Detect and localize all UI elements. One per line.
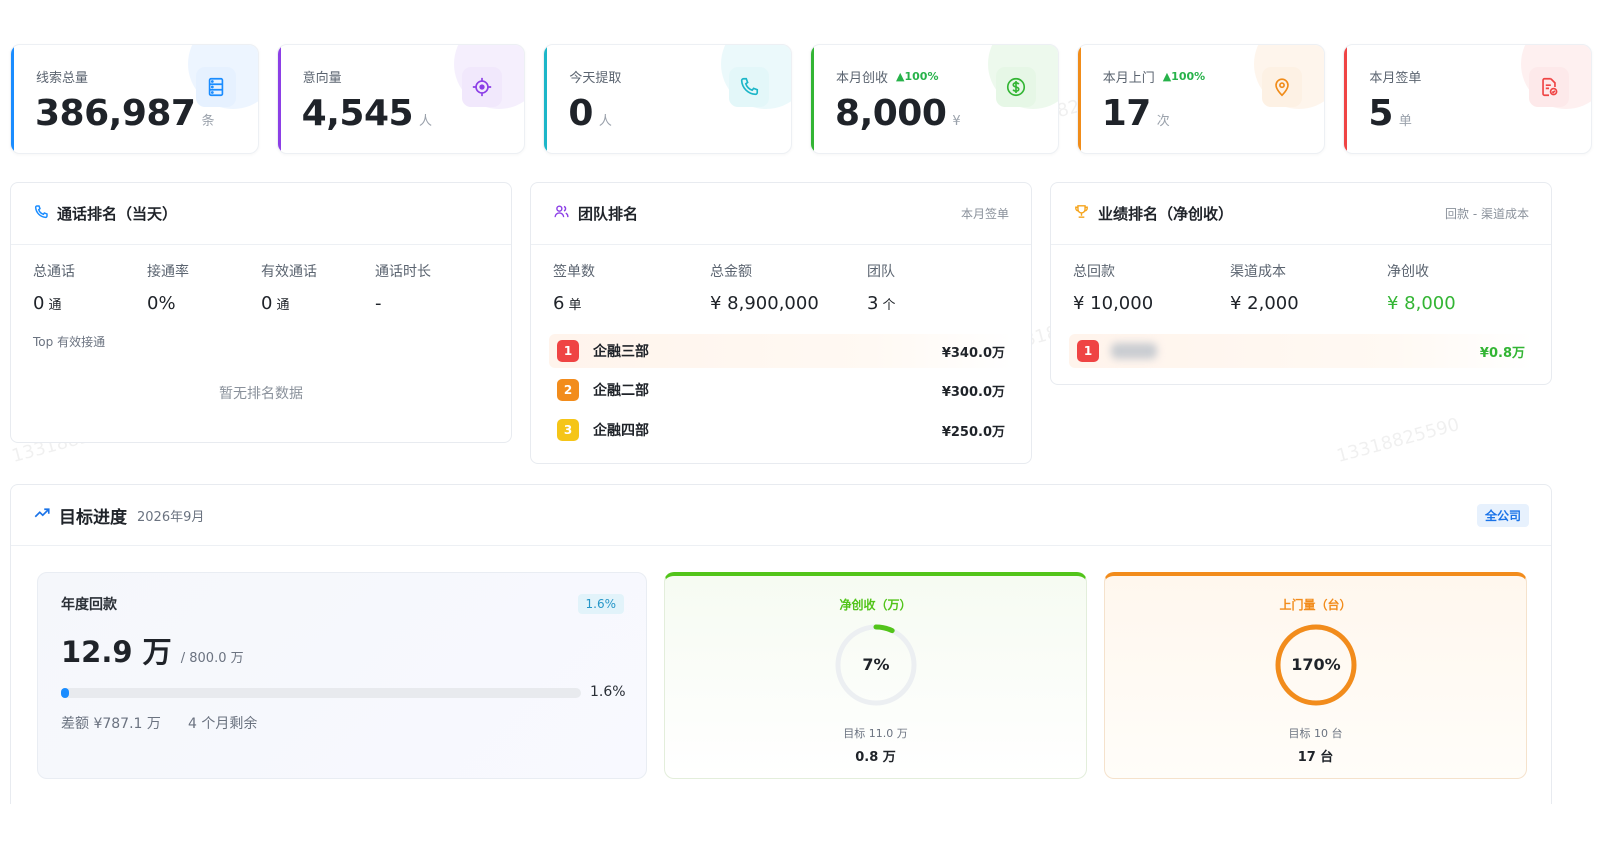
rank-row[interactable]: 1 企融三部 ¥340.0万: [549, 334, 1013, 368]
panel-title: 目标进度: [59, 507, 127, 528]
blurred-name: [1111, 343, 1157, 359]
top-label: Top 有效接通: [33, 335, 106, 349]
rank-value: ¥300.0万: [941, 384, 1005, 400]
metric-call-duration: 通话时长 -: [375, 264, 431, 314]
period-label: 2026年9月: [137, 509, 205, 525]
stat-title: 本月创收 ▲100%: [836, 70, 939, 86]
dollar-icon: [995, 67, 1036, 107]
metric-team-count: 团队 3 个: [867, 264, 896, 314]
percent-badge: 1.6%: [577, 594, 624, 614]
metric-total-amount: 总金额 ¥ 8,900,000: [710, 264, 819, 314]
rank-number: 2: [557, 379, 579, 401]
progress-track: [61, 688, 581, 698]
panel-subtitle: 本月签单: [960, 207, 1009, 221]
payback-value: 12.9 万 / 800.0 万: [61, 635, 244, 669]
phone-icon: [729, 67, 770, 107]
rank-value: ¥250.0万: [941, 424, 1005, 440]
stat-cards: 线索总量 386,987 条 意向量 4,545 人 今天提取 0人 本月创收 ▲10…: [10, 44, 1593, 154]
panel-header: 目标进度 2026年9月 全公司: [11, 485, 1551, 546]
stat-title: 意向量: [302, 71, 342, 86]
metric-sign-count: 签单数 6 单: [553, 264, 595, 314]
call-ranking-panel: 通话排名（当天） 总通话 0 通 接通率 0% 有效通话 0 通 通话时长 - Top 有效…: [10, 182, 512, 443]
target-text: 目标 11.0 万: [843, 727, 908, 740]
ring-percent: 170%: [1291, 655, 1341, 674]
location-pin-icon: [1262, 67, 1303, 107]
target-text: 目标 10 台: [1288, 727, 1343, 740]
watermark: 13318825590: [1334, 414, 1462, 467]
team-metrics: 签单数 6 单 总金额 ¥ 8,900,000 团队 3 个: [531, 245, 1031, 314]
rank-team-name: 企融四部: [593, 423, 649, 439]
actual-text: 17 台: [1297, 750, 1334, 765]
panel-title: 业绩排名（净创收）: [1098, 205, 1234, 223]
rank-team-name: 企融二部: [593, 383, 649, 399]
metric-total-calls: 总通话 0 通: [33, 264, 75, 314]
card-label: 年度回款: [61, 597, 117, 613]
stat-card-intent[interactable]: 意向量 4,545 人: [276, 44, 526, 154]
stat-value: 17 次: [1101, 93, 1170, 134]
rank-row[interactable]: 1 ¥0.8万: [1069, 334, 1533, 368]
panel-header: 业绩排名（净创收） 回款 - 渠道成本: [1051, 183, 1551, 245]
card-label: 上门量（台）: [1279, 598, 1352, 612]
trend-up-badge: ▲100%: [896, 70, 939, 83]
stat-card-visits[interactable]: 本月上门 ▲100% 17 次: [1076, 44, 1326, 154]
progress-percent: 1.6%: [590, 684, 626, 700]
net-revenue-card: 净创收（万） 7% 目标 11.0 万 0.8 万: [664, 572, 1087, 779]
stat-value: 0人: [568, 93, 612, 134]
months-remaining: 4 个月剩余: [188, 716, 258, 732]
stat-value: 5单: [1368, 93, 1412, 134]
panel-header: 通话排名（当天）: [11, 183, 511, 245]
rank-value: ¥0.8万: [1479, 345, 1525, 361]
metric-connect-rate: 接通率 0%: [147, 264, 189, 314]
stat-title: 线索总量: [36, 71, 89, 86]
visit-count-card: 上门量（台） 170% 目标 10 台 17 台: [1104, 572, 1527, 779]
stat-card-extract[interactable]: 今天提取 0人: [543, 44, 793, 154]
trend-chart-icon: [33, 504, 51, 526]
stat-title: 本月签单: [1369, 71, 1422, 86]
gap-amount: 差额 ¥787.1 万: [61, 716, 161, 732]
trophy-icon: [1073, 203, 1090, 224]
metric-net-revenue: 净创收 ¥ 8,000: [1387, 264, 1456, 314]
rank-team-name: 企融三部: [593, 344, 649, 360]
rank-value: ¥340.0万: [941, 345, 1005, 361]
server-icon: [195, 67, 236, 107]
stat-title: 本月上门 ▲100%: [1102, 70, 1206, 86]
stat-value: 386,987 条: [35, 93, 214, 134]
rank-row[interactable]: 3 企融四部 ¥250.0万: [549, 413, 1013, 447]
stat-value: 8,000 ¥: [835, 93, 961, 134]
rank-number: 3: [557, 419, 579, 441]
document-check-icon: [1529, 67, 1570, 107]
empty-state: 暂无排名数据: [219, 386, 303, 402]
card-label: 净创收（万）: [839, 598, 912, 612]
ring-percent: 7%: [862, 655, 890, 674]
team-icon: [553, 203, 570, 224]
target-icon: [462, 67, 503, 107]
phone-icon: [33, 204, 49, 224]
stat-title: 今天提取: [569, 71, 622, 86]
progress-fill: [61, 688, 70, 698]
actual-text: 0.8 万: [855, 750, 896, 765]
panel-title: 通话排名（当天）: [57, 205, 178, 223]
rank-number: 1: [1077, 340, 1099, 362]
trend-up-badge: ▲100%: [1162, 70, 1206, 83]
performance-metrics: 总回款 ¥ 10,000 渠道成本 ¥ 2,000 净创收 ¥ 8,000: [1051, 245, 1551, 314]
performance-ranking-panel: 业绩排名（净创收） 回款 - 渠道成本 总回款 ¥ 10,000 渠道成本 ¥ 2,…: [1050, 182, 1552, 385]
stat-card-revenue[interactable]: 本月创收 ▲100% 8,000 ¥: [810, 44, 1059, 154]
metric-total-payback: 总回款 ¥ 10,000: [1073, 264, 1154, 314]
goal-progress-panel: 目标进度 2026年9月 全公司 年度回款 1.6% 12.9 万 / 800.…: [10, 484, 1552, 804]
stat-card-signed[interactable]: 本月签单 5单: [1343, 44, 1593, 154]
metric-channel-cost: 渠道成本 ¥ 2,000: [1230, 264, 1299, 314]
panel-title: 团队排名: [578, 205, 639, 223]
panel-header: 团队排名 本月签单: [531, 183, 1031, 245]
rank-row[interactable]: 2 企融二部 ¥300.0万: [549, 373, 1013, 407]
scope-badge[interactable]: 全公司: [1476, 503, 1529, 527]
metric-valid-calls: 有效通话 0 通: [261, 264, 317, 314]
stat-value: 4,545 人: [301, 93, 432, 134]
team-ranking-panel: 团队排名 本月签单 签单数 6 单 总金额 ¥ 8,900,000 团队 3 个 1 企融…: [530, 182, 1032, 464]
call-metrics: 总通话 0 通 接通率 0% 有效通话 0 通 通话时长 -: [11, 245, 511, 314]
rank-number: 1: [557, 340, 579, 362]
annual-payback-card: 年度回款 1.6% 12.9 万 / 800.0 万 1.6% 差额 ¥787.…: [37, 572, 647, 779]
stat-card-leads[interactable]: 线索总量 386,987 条: [10, 44, 259, 154]
panel-subtitle: 回款 - 渠道成本: [1445, 207, 1529, 221]
